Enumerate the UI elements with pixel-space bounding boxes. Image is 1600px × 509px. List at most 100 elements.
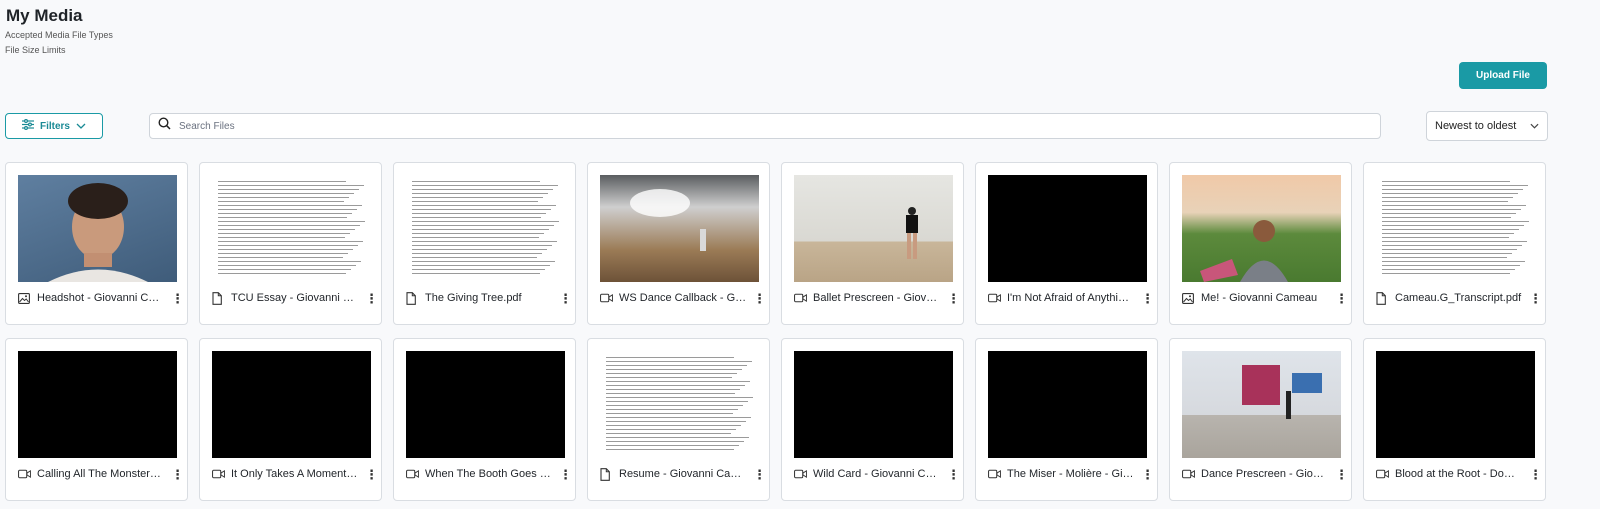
search-input[interactable] — [177, 119, 1380, 133]
media-name: Ballet Prescreen - Giovanni Cameau — [813, 292, 941, 304]
media-card-footer: TCU Essay - Giovanni Cameau.pdf ⋮ — [212, 290, 378, 306]
media-card-footer: When The Booth Goes Bright - Giovanni Ca… — [406, 466, 572, 482]
sort-value: Newest to oldest — [1435, 120, 1517, 132]
more-options-icon[interactable]: ⋮ — [1335, 468, 1348, 481]
media-card-footer: Dance Prescreen - Giovanni Cameau ⋮ — [1182, 466, 1348, 482]
video-icon — [600, 292, 613, 305]
media-name: Headshot - Giovanni Cameau — [37, 292, 165, 304]
media-card[interactable]: The Giving Tree.pdf ⋮ — [393, 162, 576, 325]
filters-button[interactable]: Filters — [5, 113, 103, 139]
more-options-icon[interactable]: ⋮ — [947, 292, 960, 305]
media-name: When The Booth Goes Bright - Giovanni Ca… — [425, 468, 553, 480]
image-icon — [1182, 292, 1195, 305]
video-thumbnail — [212, 351, 371, 458]
media-card[interactable]: TCU Essay - Giovanni Cameau.pdf ⋮ — [199, 162, 382, 325]
media-card[interactable]: When The Booth Goes Bright - Giovanni Ca… — [393, 338, 576, 501]
document-thumbnail — [406, 175, 565, 282]
media-card-footer: I'm Not Afraid of Anything - Giovanni Ca… — [988, 290, 1154, 306]
video-thumbnail — [1376, 351, 1535, 458]
more-options-icon[interactable]: ⋮ — [559, 468, 572, 481]
video-thumbnail — [600, 175, 759, 282]
video-thumbnail — [18, 351, 177, 458]
video-icon — [1182, 468, 1195, 481]
media-name: WS Dance Callback - Giovanni Cameau — [619, 292, 747, 304]
document-icon — [1376, 291, 1389, 305]
video-icon — [1376, 468, 1389, 481]
more-options-icon[interactable]: ⋮ — [947, 468, 960, 481]
document-icon — [600, 467, 613, 481]
more-options-icon[interactable]: ⋮ — [559, 292, 572, 305]
media-card-footer: Blood at the Root - Dominique Morisseau ⋮ — [1376, 466, 1542, 482]
more-options-icon[interactable]: ⋮ — [1529, 292, 1542, 305]
media-card[interactable]: WS Dance Callback - Giovanni Cameau ⋮ — [587, 162, 770, 325]
more-options-icon[interactable]: ⋮ — [1529, 468, 1542, 481]
media-card[interactable]: Wild Card - Giovanni Cameau ⋮ — [781, 338, 964, 501]
more-options-icon[interactable]: ⋮ — [1335, 292, 1348, 305]
media-name: Calling All The Monsters - Giovanni Came… — [37, 468, 165, 480]
media-name: Blood at the Root - Dominique Morisseau — [1395, 468, 1523, 480]
upload-file-button[interactable]: Upload File — [1459, 62, 1547, 89]
media-name: Resume - Giovanni Cameau.pdf — [619, 468, 747, 480]
media-name: The Miser - Molière - Giovanni Cameau — [1007, 468, 1135, 480]
media-card[interactable]: It Only Takes A Moment - Giovanni Cameau… — [199, 338, 382, 501]
media-card-footer: The Miser - Molière - Giovanni Cameau ⋮ — [988, 466, 1154, 482]
video-thumbnail — [988, 175, 1147, 282]
media-card[interactable]: Calling All The Monsters - Giovanni Came… — [5, 338, 188, 501]
media-card[interactable]: Headshot - Giovanni Cameau ⋮ — [5, 162, 188, 325]
media-name: Me! - Giovanni Cameau — [1201, 292, 1318, 304]
video-thumbnail — [794, 175, 953, 282]
video-icon — [212, 468, 225, 481]
video-thumbnail — [988, 351, 1147, 458]
media-card-footer: Headshot - Giovanni Cameau ⋮ — [18, 290, 184, 306]
more-options-icon[interactable]: ⋮ — [753, 468, 766, 481]
media-name: Wild Card - Giovanni Cameau — [813, 468, 941, 480]
video-icon — [988, 292, 1001, 305]
more-options-icon[interactable]: ⋮ — [1141, 292, 1154, 305]
accepted-file-types-link[interactable]: Accepted Media File Types — [5, 30, 113, 40]
media-card[interactable]: Resume - Giovanni Cameau.pdf ⋮ — [587, 338, 770, 501]
media-card[interactable]: Ballet Prescreen - Giovanni Cameau ⋮ — [781, 162, 964, 325]
video-thumbnail — [794, 351, 953, 458]
media-name: I'm Not Afraid of Anything - Giovanni Ca… — [1007, 292, 1135, 304]
search-icon — [158, 117, 171, 135]
media-name: TCU Essay - Giovanni Cameau.pdf — [231, 292, 359, 304]
video-thumbnail — [406, 351, 565, 458]
media-card-footer: WS Dance Callback - Giovanni Cameau ⋮ — [600, 290, 766, 306]
media-name: Cameau.G_Transcript.pdf — [1395, 292, 1522, 304]
photo-thumbnail — [18, 175, 177, 282]
more-options-icon[interactable]: ⋮ — [365, 468, 378, 481]
media-card[interactable]: Me! - Giovanni Cameau ⋮ — [1169, 162, 1352, 325]
document-icon — [406, 291, 419, 305]
media-card-footer: Calling All The Monsters - Giovanni Came… — [18, 466, 184, 482]
more-options-icon[interactable]: ⋮ — [365, 292, 378, 305]
media-card[interactable]: Blood at the Root - Dominique Morisseau ⋮ — [1363, 338, 1546, 501]
image-icon — [18, 292, 31, 305]
file-size-limits-link[interactable]: File Size Limits — [5, 45, 66, 55]
media-card[interactable]: I'm Not Afraid of Anything - Giovanni Ca… — [975, 162, 1158, 325]
filters-label: Filters — [39, 120, 70, 132]
media-card[interactable]: Cameau.G_Transcript.pdf ⋮ — [1363, 162, 1546, 325]
media-card-footer: Ballet Prescreen - Giovanni Cameau ⋮ — [794, 290, 960, 306]
video-icon — [18, 468, 31, 481]
sort-select[interactable]: Newest to oldest — [1426, 111, 1548, 141]
media-card[interactable]: The Miser - Molière - Giovanni Cameau ⋮ — [975, 338, 1158, 501]
media-card-footer: Cameau.G_Transcript.pdf ⋮ — [1376, 290, 1542, 306]
more-options-icon[interactable]: ⋮ — [171, 468, 184, 481]
photo-thumbnail — [1182, 175, 1341, 282]
chevron-down-icon — [76, 121, 86, 132]
more-options-icon[interactable]: ⋮ — [1141, 468, 1154, 481]
media-card[interactable]: Dance Prescreen - Giovanni Cameau ⋮ — [1169, 338, 1352, 501]
more-options-icon[interactable]: ⋮ — [171, 292, 184, 305]
chevron-down-icon — [1530, 120, 1539, 132]
media-grid: Headshot - Giovanni Cameau⋮TCU Essay - G… — [5, 162, 1546, 501]
media-name: It Only Takes A Moment - Giovanni Cameau — [231, 468, 359, 480]
document-thumbnail — [1376, 175, 1535, 282]
media-card-footer: Wild Card - Giovanni Cameau ⋮ — [794, 466, 960, 482]
media-card-footer: It Only Takes A Moment - Giovanni Cameau… — [212, 466, 378, 482]
more-options-icon[interactable]: ⋮ — [753, 292, 766, 305]
media-card-footer: The Giving Tree.pdf ⋮ — [406, 290, 572, 306]
document-icon — [212, 291, 225, 305]
video-icon — [794, 292, 807, 305]
search-box — [149, 113, 1381, 139]
video-icon — [988, 468, 1001, 481]
